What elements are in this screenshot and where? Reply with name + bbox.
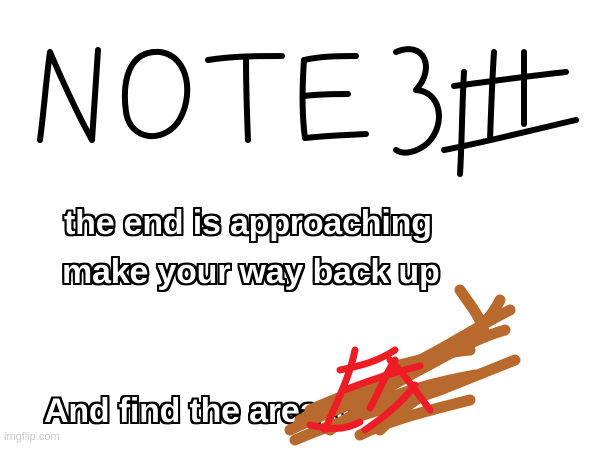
scribble-redaction (284, 284, 521, 446)
caption-line-1: the end is approaching (64, 204, 432, 242)
imgflip-watermark: imgflip.com (4, 431, 60, 443)
meme-canvas: the end is approaching make your way bac… (0, 0, 600, 450)
handwritten-title (37, 46, 579, 177)
